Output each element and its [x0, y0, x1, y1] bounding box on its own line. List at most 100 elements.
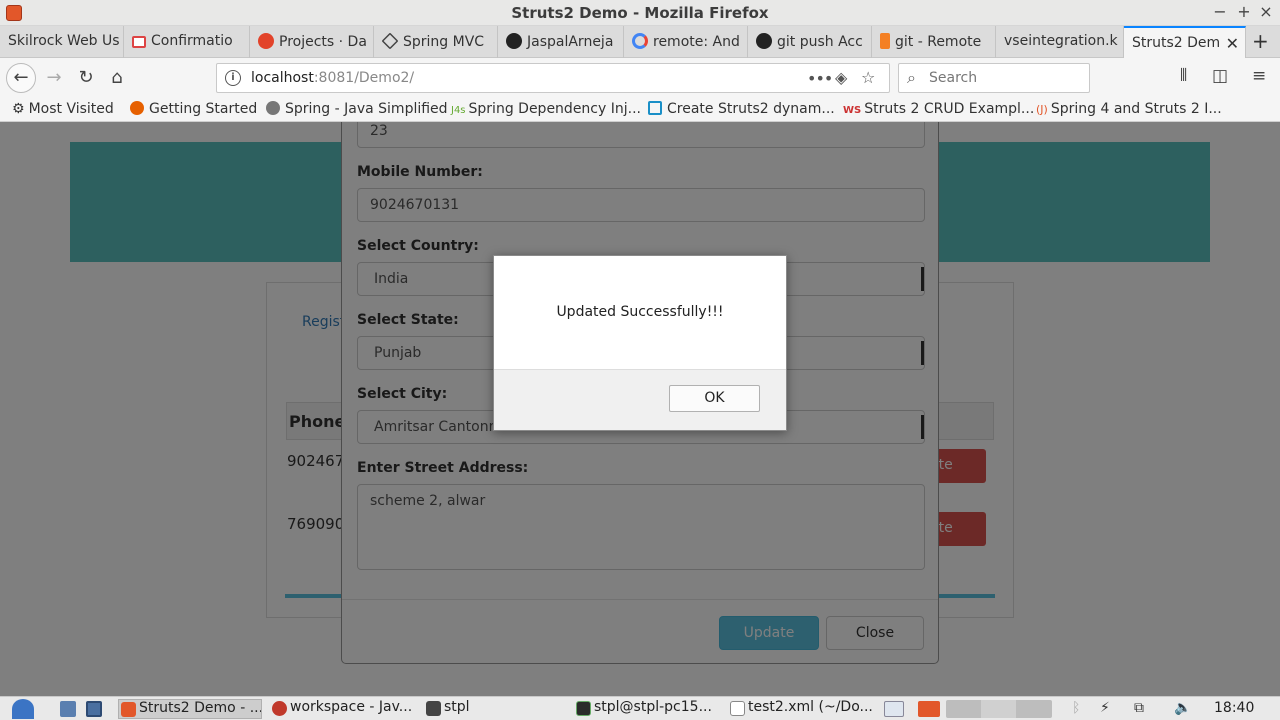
taskbar-label: workspace - Jav...: [290, 699, 413, 715]
network-icon[interactable]: ⧉: [1134, 700, 1144, 716]
bookmark-label: Struts 2 CRUD Exampl...: [864, 101, 1035, 117]
gitlab-icon: [258, 33, 274, 49]
taskbar-item-terminal[interactable]: stpl@stpl-pc15...: [574, 699, 720, 719]
tab-label: JaspalArneja: [527, 34, 614, 50]
close-window-icon[interactable]: ×: [1256, 2, 1276, 21]
google-icon: [632, 33, 648, 49]
search-icon: ⌕: [907, 68, 916, 87]
show-desktop-icon[interactable]: [60, 701, 76, 717]
tab-git-remote[interactable]: git - Remote: [872, 26, 996, 58]
bookmark-label: Spring 4 and Struts 2 I...: [1050, 101, 1222, 117]
bookmark-label: Spring - Java Simplified: [285, 101, 448, 117]
site-info-icon[interactable]: i: [225, 70, 241, 86]
github-icon: [506, 33, 522, 49]
tab-label: Struts2 Dem: [1132, 35, 1221, 51]
firefox-icon: [130, 101, 144, 115]
bookmark-star-icon[interactable]: ☆: [861, 68, 875, 87]
tab-label: git - Remote: [895, 34, 982, 50]
url-text[interactable]: localhost:8081/Demo2/: [251, 70, 414, 86]
taskbar-item-folder[interactable]: stpl: [424, 699, 544, 719]
bluetooth-icon[interactable]: ᛒ: [1072, 700, 1080, 716]
system-taskbar: Struts2 Demo - ... workspace - Jav... st…: [0, 696, 1280, 720]
tab-confirmation[interactable]: Confirmatio: [124, 26, 250, 58]
taskbar-label: stpl: [444, 699, 470, 715]
start-menu-icon[interactable]: [12, 699, 34, 719]
ok-button[interactable]: OK: [669, 385, 760, 412]
library-icon[interactable]: ⫴: [1180, 66, 1187, 86]
new-tab-icon[interactable]: +: [1252, 29, 1269, 53]
tab-label: Spring MVC: [403, 34, 485, 50]
alert-message: Updated Successfully!!!: [556, 304, 724, 320]
eclipse-icon: [272, 701, 287, 716]
bookmark-getting-started[interactable]: Getting Started: [130, 101, 257, 117]
bookmark-create-struts2[interactable]: Create Struts2 dynam...: [648, 101, 835, 117]
taskbar-label: Struts2 Demo - ...: [139, 700, 262, 716]
reload-icon[interactable]: ↻: [72, 64, 100, 92]
back-icon[interactable]: ←: [6, 63, 36, 93]
j-icon: (J): [1036, 103, 1048, 116]
sidebar-icon[interactable]: ◫: [1212, 66, 1228, 86]
tab-label: Skilrock Web Us: [8, 33, 120, 49]
github-icon: [756, 33, 772, 49]
folder-icon: [426, 701, 441, 716]
bookmarks-toolbar: ⚙ Most Visited Getting Started Spring - J…: [0, 98, 1280, 122]
tab-remote[interactable]: remote: And: [624, 26, 748, 58]
tab-projects[interactable]: Projects · Da: [250, 26, 374, 58]
menu-icon[interactable]: ≡: [1252, 66, 1266, 86]
home-icon[interactable]: ⌂: [103, 64, 131, 92]
workspace-switcher-icon[interactable]: [86, 701, 102, 717]
bookmark-label: Create Struts2 dynam...: [667, 101, 835, 117]
window-list-icon[interactable]: [884, 701, 904, 717]
taskbar-item-firefox[interactable]: Struts2 Demo - ...: [118, 699, 262, 719]
taskbar-item-eclipse[interactable]: workspace - Jav...: [270, 699, 416, 719]
bookmark-label: Most Visited: [28, 101, 114, 117]
tab-label: Confirmatio: [151, 33, 233, 49]
maximize-icon[interactable]: +: [1234, 2, 1254, 21]
close-tab-icon[interactable]: ✕: [1226, 34, 1239, 53]
tab-spring-mvc[interactable]: Spring MVC: [374, 26, 498, 58]
page-actions-icon[interactable]: •••: [807, 69, 833, 88]
gmail-icon: [132, 36, 146, 48]
bookmark-site-icon: [648, 101, 662, 115]
bookmark-spring-java[interactable]: Spring - Java Simplified: [266, 101, 448, 117]
bookmark-spring4-struts2[interactable]: (J) Spring 4 and Struts 2 I...: [1036, 101, 1222, 117]
bookmark-most-visited[interactable]: ⚙ Most Visited: [12, 101, 114, 117]
bookmark-struts2-crud[interactable]: WS Struts 2 CRUD Exampl...: [843, 101, 1034, 117]
search-placeholder: Search: [929, 70, 978, 86]
firefox-icon: [121, 702, 136, 717]
clock: 18:40: [1214, 700, 1255, 716]
url-host: localhost: [251, 70, 314, 86]
search-input[interactable]: ⌕ Search: [898, 63, 1090, 93]
alert-dialog: Updated Successfully!!! OK: [493, 255, 787, 431]
workspace-pager[interactable]: [946, 700, 1052, 718]
window-title: Struts2 Demo - Mozilla Firefox: [511, 4, 769, 22]
minimize-icon[interactable]: −: [1210, 2, 1230, 21]
tab-vseintegration[interactable]: vseintegration.k: [996, 26, 1124, 58]
stackoverflow-icon: [880, 33, 890, 49]
firefox-launcher-icon[interactable]: [918, 701, 940, 717]
gear-icon: ⚙: [12, 101, 25, 117]
tab-skilrock[interactable]: Skilrock Web Us: [0, 26, 124, 58]
taskbar-item-editor[interactable]: test2.xml (~/Do...: [728, 699, 874, 719]
tab-git-push[interactable]: git push Acc: [748, 26, 872, 58]
terminal-icon: [576, 701, 591, 716]
navigation-toolbar: ← → ↻ ⌂ i localhost:8081/Demo2/ ••• ◈ ☆ …: [0, 58, 1280, 98]
taskbar-label: stpl@stpl-pc15...: [594, 699, 712, 715]
url-bar[interactable]: i localhost:8081/Demo2/ ••• ◈ ☆: [216, 63, 890, 93]
url-path: :8081/Demo2/: [313, 70, 415, 86]
globe-icon: [266, 101, 280, 115]
volume-icon[interactable]: 🔈: [1174, 700, 1191, 716]
bookmark-spring-dependency[interactable]: J4s Spring Dependency Inj...: [451, 101, 641, 117]
pocket-icon[interactable]: ◈: [835, 68, 847, 87]
taskbar-label: test2.xml (~/Do...: [748, 699, 873, 715]
power-icon[interactable]: ⚡: [1100, 700, 1110, 716]
tab-jaspal[interactable]: JaspalArneja: [498, 26, 624, 58]
tab-strip: Skilrock Web Us Confirmatio Projects · D…: [0, 26, 1280, 59]
tab-label: git push Acc: [777, 34, 863, 50]
window-titlebar: Struts2 Demo - Mozilla Firefox − + ×: [0, 0, 1280, 26]
tab-label: Projects · Da: [279, 34, 367, 50]
tab-struts2-demo[interactable]: Struts2 Dem ✕: [1124, 26, 1246, 59]
forward-icon[interactable]: →: [40, 64, 68, 92]
spring-icon: [381, 32, 399, 50]
bookmark-label: Getting Started: [149, 101, 258, 117]
